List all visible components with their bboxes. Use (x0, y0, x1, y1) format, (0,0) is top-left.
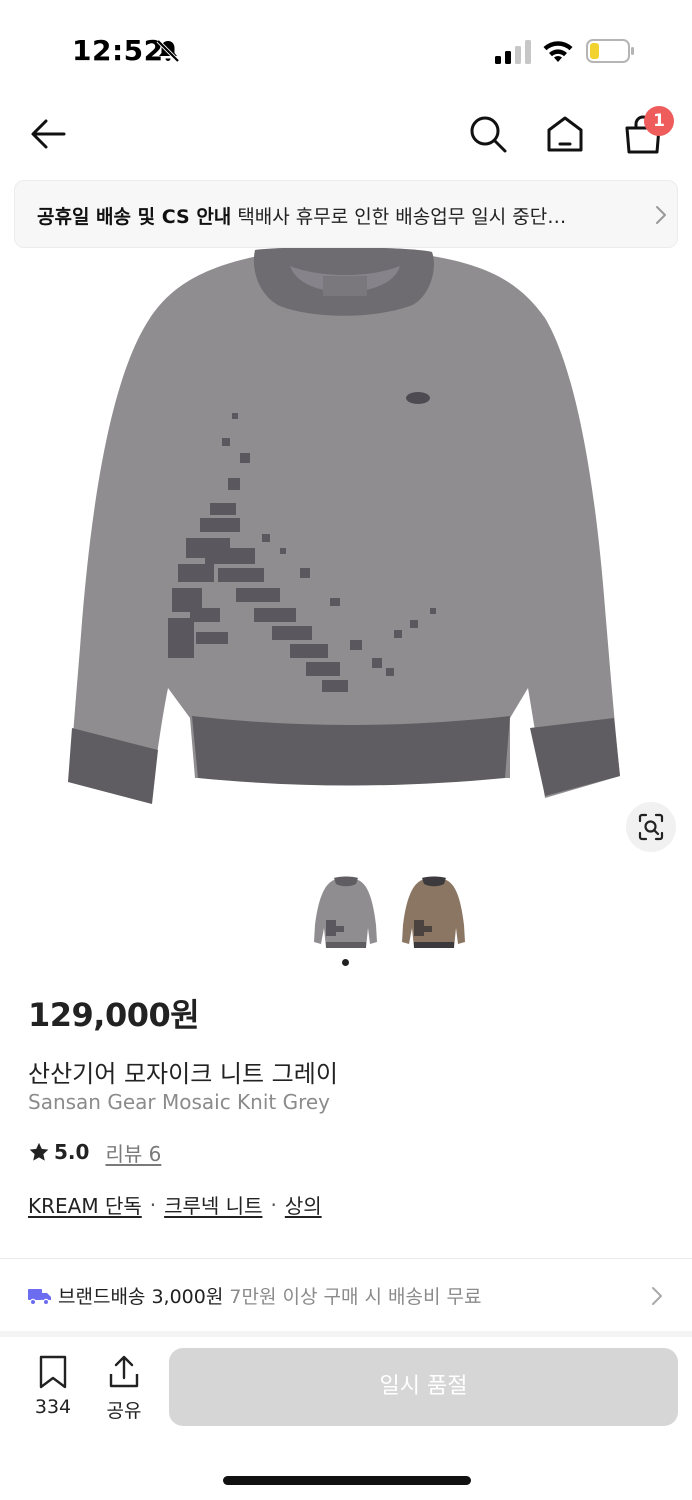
thumbnail-brown[interactable] (398, 870, 470, 954)
notice-banner[interactable]: 공휴일 배송 및 CS 안내 택배사 휴무로 인한 배송업무 일시 중단… (14, 180, 678, 248)
share-label: 공유 (106, 1400, 142, 1422)
wifi-icon (543, 41, 573, 62)
bell-off-icon (156, 39, 180, 63)
share-button[interactable]: 공유 (96, 1354, 152, 1424)
thumbnail-grey[interactable] (310, 870, 382, 954)
product-image[interactable] (0, 248, 692, 864)
tag-separator: · (270, 1192, 277, 1217)
status-bar: 12:52 (0, 0, 692, 100)
tags-row: KREAM 단독 · 크루넥 니트 · 상의 (28, 1190, 322, 1219)
chevron-right-icon (652, 1287, 662, 1305)
notice-title: 공휴일 배송 및 CS 안내 (37, 206, 232, 228)
review-link[interactable]: 리뷰 6 (105, 1138, 161, 1167)
sold-out-button[interactable]: 일시 품절 (169, 1348, 678, 1426)
signal-icon (495, 40, 531, 64)
bookmark-button[interactable]: 334 (24, 1354, 82, 1424)
home-indicator (223, 1476, 471, 1485)
chevron-right-icon (656, 206, 666, 224)
notice-text: 공휴일 배송 및 CS 안내 택배사 휴무로 인한 배송업무 일시 중단… (37, 202, 627, 229)
tag-kream-exclusive[interactable]: KREAM 단독 (28, 1190, 142, 1219)
shipping-info-row[interactable]: 브랜드배송 3,000원 7만원 이상 구매 시 배송비 무료 (0, 1262, 692, 1328)
shipping-type: 브랜드배송 3,000원 (58, 1286, 224, 1308)
share-icon (109, 1355, 139, 1388)
sweater-illustration (68, 248, 620, 804)
bookmark-count: 334 (34, 1396, 72, 1418)
home-icon[interactable] (543, 112, 587, 156)
search-icon[interactable] (466, 112, 510, 156)
tag-top[interactable]: 상의 (285, 1190, 322, 1219)
product-name-english: Sansan Gear Mosaic Knit Grey (28, 1090, 331, 1114)
cart-count-badge: 1 (644, 106, 674, 136)
status-time: 12:52 (72, 34, 164, 67)
back-arrow-icon[interactable] (26, 112, 70, 156)
shipping-text: 브랜드배송 3,000원 7만원 이상 구매 시 배송비 무료 (58, 1282, 481, 1309)
section-divider (0, 1258, 692, 1259)
lens-icon (638, 813, 664, 841)
image-page-indicator (342, 959, 349, 966)
shipping-description: 7만원 이상 구매 시 배송비 무료 (229, 1286, 482, 1308)
product-name-korean: 산산기어 모자이크 니트 그레이 (28, 1060, 338, 1088)
product-price: 129,000원 (28, 996, 200, 1034)
tag-separator: · (149, 1192, 157, 1217)
star-icon (29, 1142, 49, 1161)
thumbnail-grey-image (314, 876, 377, 948)
rating-value: 5.0 (54, 1140, 90, 1164)
bookmark-icon (39, 1355, 67, 1389)
rating-row: 5.0 리뷰 6 (28, 1138, 161, 1166)
image-search-button[interactable] (626, 802, 676, 852)
top-nav (0, 100, 692, 170)
battery-icon (586, 39, 634, 63)
bottom-bar-divider (0, 1331, 692, 1337)
truck-icon (28, 1289, 51, 1306)
thumbnail-brown-image (402, 876, 465, 948)
tag-crewneck-knit[interactable]: 크루넥 니트 (164, 1190, 262, 1219)
notice-body: 택배사 휴무로 인한 배송업무 일시 중단… (237, 206, 567, 228)
